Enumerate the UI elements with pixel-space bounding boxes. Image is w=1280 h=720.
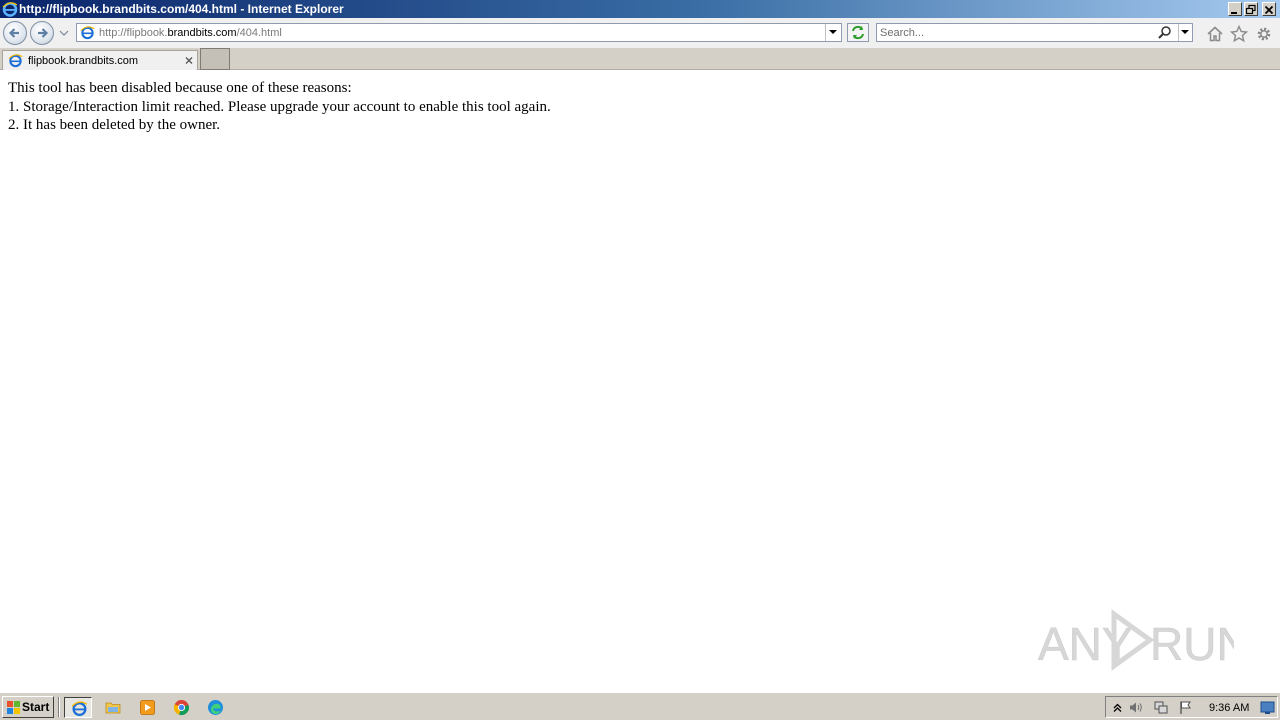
address-host: brandbits.com bbox=[167, 27, 237, 39]
action-center-flag-icon[interactable] bbox=[1178, 700, 1193, 715]
page-icon bbox=[8, 54, 23, 68]
address-bar[interactable]: http://flipbook.brandbits.com/404.html bbox=[76, 23, 842, 42]
address-url[interactable]: http://flipbook.brandbits.com/404.html bbox=[99, 26, 282, 40]
taskbar-file-explorer[interactable] bbox=[99, 697, 127, 718]
clock[interactable]: 9:36 AM bbox=[1209, 701, 1249, 715]
page-icon bbox=[80, 26, 95, 40]
edge-icon bbox=[208, 700, 223, 715]
home-icon[interactable] bbox=[1206, 25, 1224, 43]
chevron-down-icon bbox=[829, 30, 837, 34]
internet-explorer-icon bbox=[2, 2, 18, 17]
screen: http://flipbook.brandbits.com/404.html -… bbox=[0, 0, 1280, 720]
taskbar-edge[interactable] bbox=[201, 697, 229, 718]
address-path: /404.html bbox=[236, 27, 282, 39]
media-player-icon bbox=[140, 700, 155, 715]
search-input[interactable] bbox=[880, 25, 1150, 40]
error-message: This tool has been disabled because one … bbox=[8, 79, 551, 135]
internet-explorer-icon bbox=[71, 701, 88, 717]
forward-arrow-icon bbox=[38, 28, 49, 38]
search-provider-dropdown[interactable] bbox=[1178, 24, 1192, 41]
message-line-1: This tool has been disabled because one … bbox=[8, 80, 352, 96]
close-icon bbox=[1264, 5, 1274, 15]
page-content: This tool has been disabled because one … bbox=[0, 71, 1280, 692]
restore-button[interactable] bbox=[1244, 2, 1258, 16]
tab-title: flipbook.brandbits.com bbox=[28, 55, 139, 67]
message-line-3: 2. It has been deleted by the owner. bbox=[8, 117, 221, 133]
start-label: Start bbox=[22, 700, 50, 714]
favorites-star-icon[interactable] bbox=[1230, 25, 1248, 43]
search-icon[interactable] bbox=[1157, 25, 1172, 40]
compatibility-refresh-button[interactable] bbox=[847, 23, 869, 42]
window-title: http://flipbook.brandbits.com/404.html -… bbox=[19, 2, 344, 16]
system-tray: 9:36 AM bbox=[1105, 696, 1278, 718]
back-arrow-icon bbox=[8, 28, 19, 38]
message-line-2: 1. Storage/Interaction limit reached. Pl… bbox=[8, 98, 551, 115]
close-button[interactable] bbox=[1262, 2, 1276, 16]
forward-button[interactable] bbox=[30, 21, 54, 45]
tab-bar: flipbook.brandbits.com bbox=[0, 48, 1280, 70]
chevron-down-icon bbox=[1181, 30, 1189, 34]
taskbar-media-player[interactable] bbox=[133, 697, 161, 718]
close-icon bbox=[185, 57, 193, 64]
tab-close-icon[interactable] bbox=[183, 54, 195, 67]
search-box[interactable] bbox=[876, 23, 1193, 42]
minimize-icon bbox=[1231, 12, 1237, 14]
tab-flipbook[interactable]: flipbook.brandbits.com bbox=[2, 50, 198, 70]
watermark-text-right: RUN bbox=[1150, 618, 1234, 670]
back-button[interactable] bbox=[3, 21, 27, 45]
chrome-icon bbox=[173, 700, 189, 716]
restore-icon bbox=[1245, 4, 1256, 15]
recent-pages-dropdown-icon[interactable] bbox=[58, 28, 70, 38]
minimize-button[interactable] bbox=[1228, 2, 1242, 16]
anyrun-watermark: ANY RUN bbox=[1038, 609, 1234, 671]
taskbar-internet-explorer[interactable] bbox=[64, 697, 92, 718]
start-button[interactable]: Start bbox=[2, 696, 54, 718]
volume-icon[interactable] bbox=[1128, 700, 1143, 715]
taskbar-chrome[interactable] bbox=[167, 697, 195, 718]
show-desktop-icon[interactable] bbox=[1260, 700, 1275, 715]
address-dropdown-button[interactable] bbox=[825, 24, 841, 41]
new-tab-button[interactable] bbox=[200, 48, 230, 70]
taskbar: Start 9:36 AM bbox=[0, 692, 1280, 720]
chevron-up-icon[interactable] bbox=[1110, 700, 1125, 715]
navigation-bar: http://flipbook.brandbits.com/404.html bbox=[0, 18, 1280, 48]
taskbar-divider bbox=[58, 697, 60, 717]
title-bar: http://flipbook.brandbits.com/404.html -… bbox=[0, 0, 1280, 18]
address-prefix: http://flipbook. bbox=[99, 27, 168, 39]
folder-icon bbox=[105, 702, 121, 714]
network-icon[interactable] bbox=[1153, 700, 1168, 715]
refresh-icon bbox=[852, 25, 864, 40]
windows-logo-icon bbox=[7, 701, 20, 714]
gear-icon[interactable] bbox=[1255, 25, 1273, 43]
